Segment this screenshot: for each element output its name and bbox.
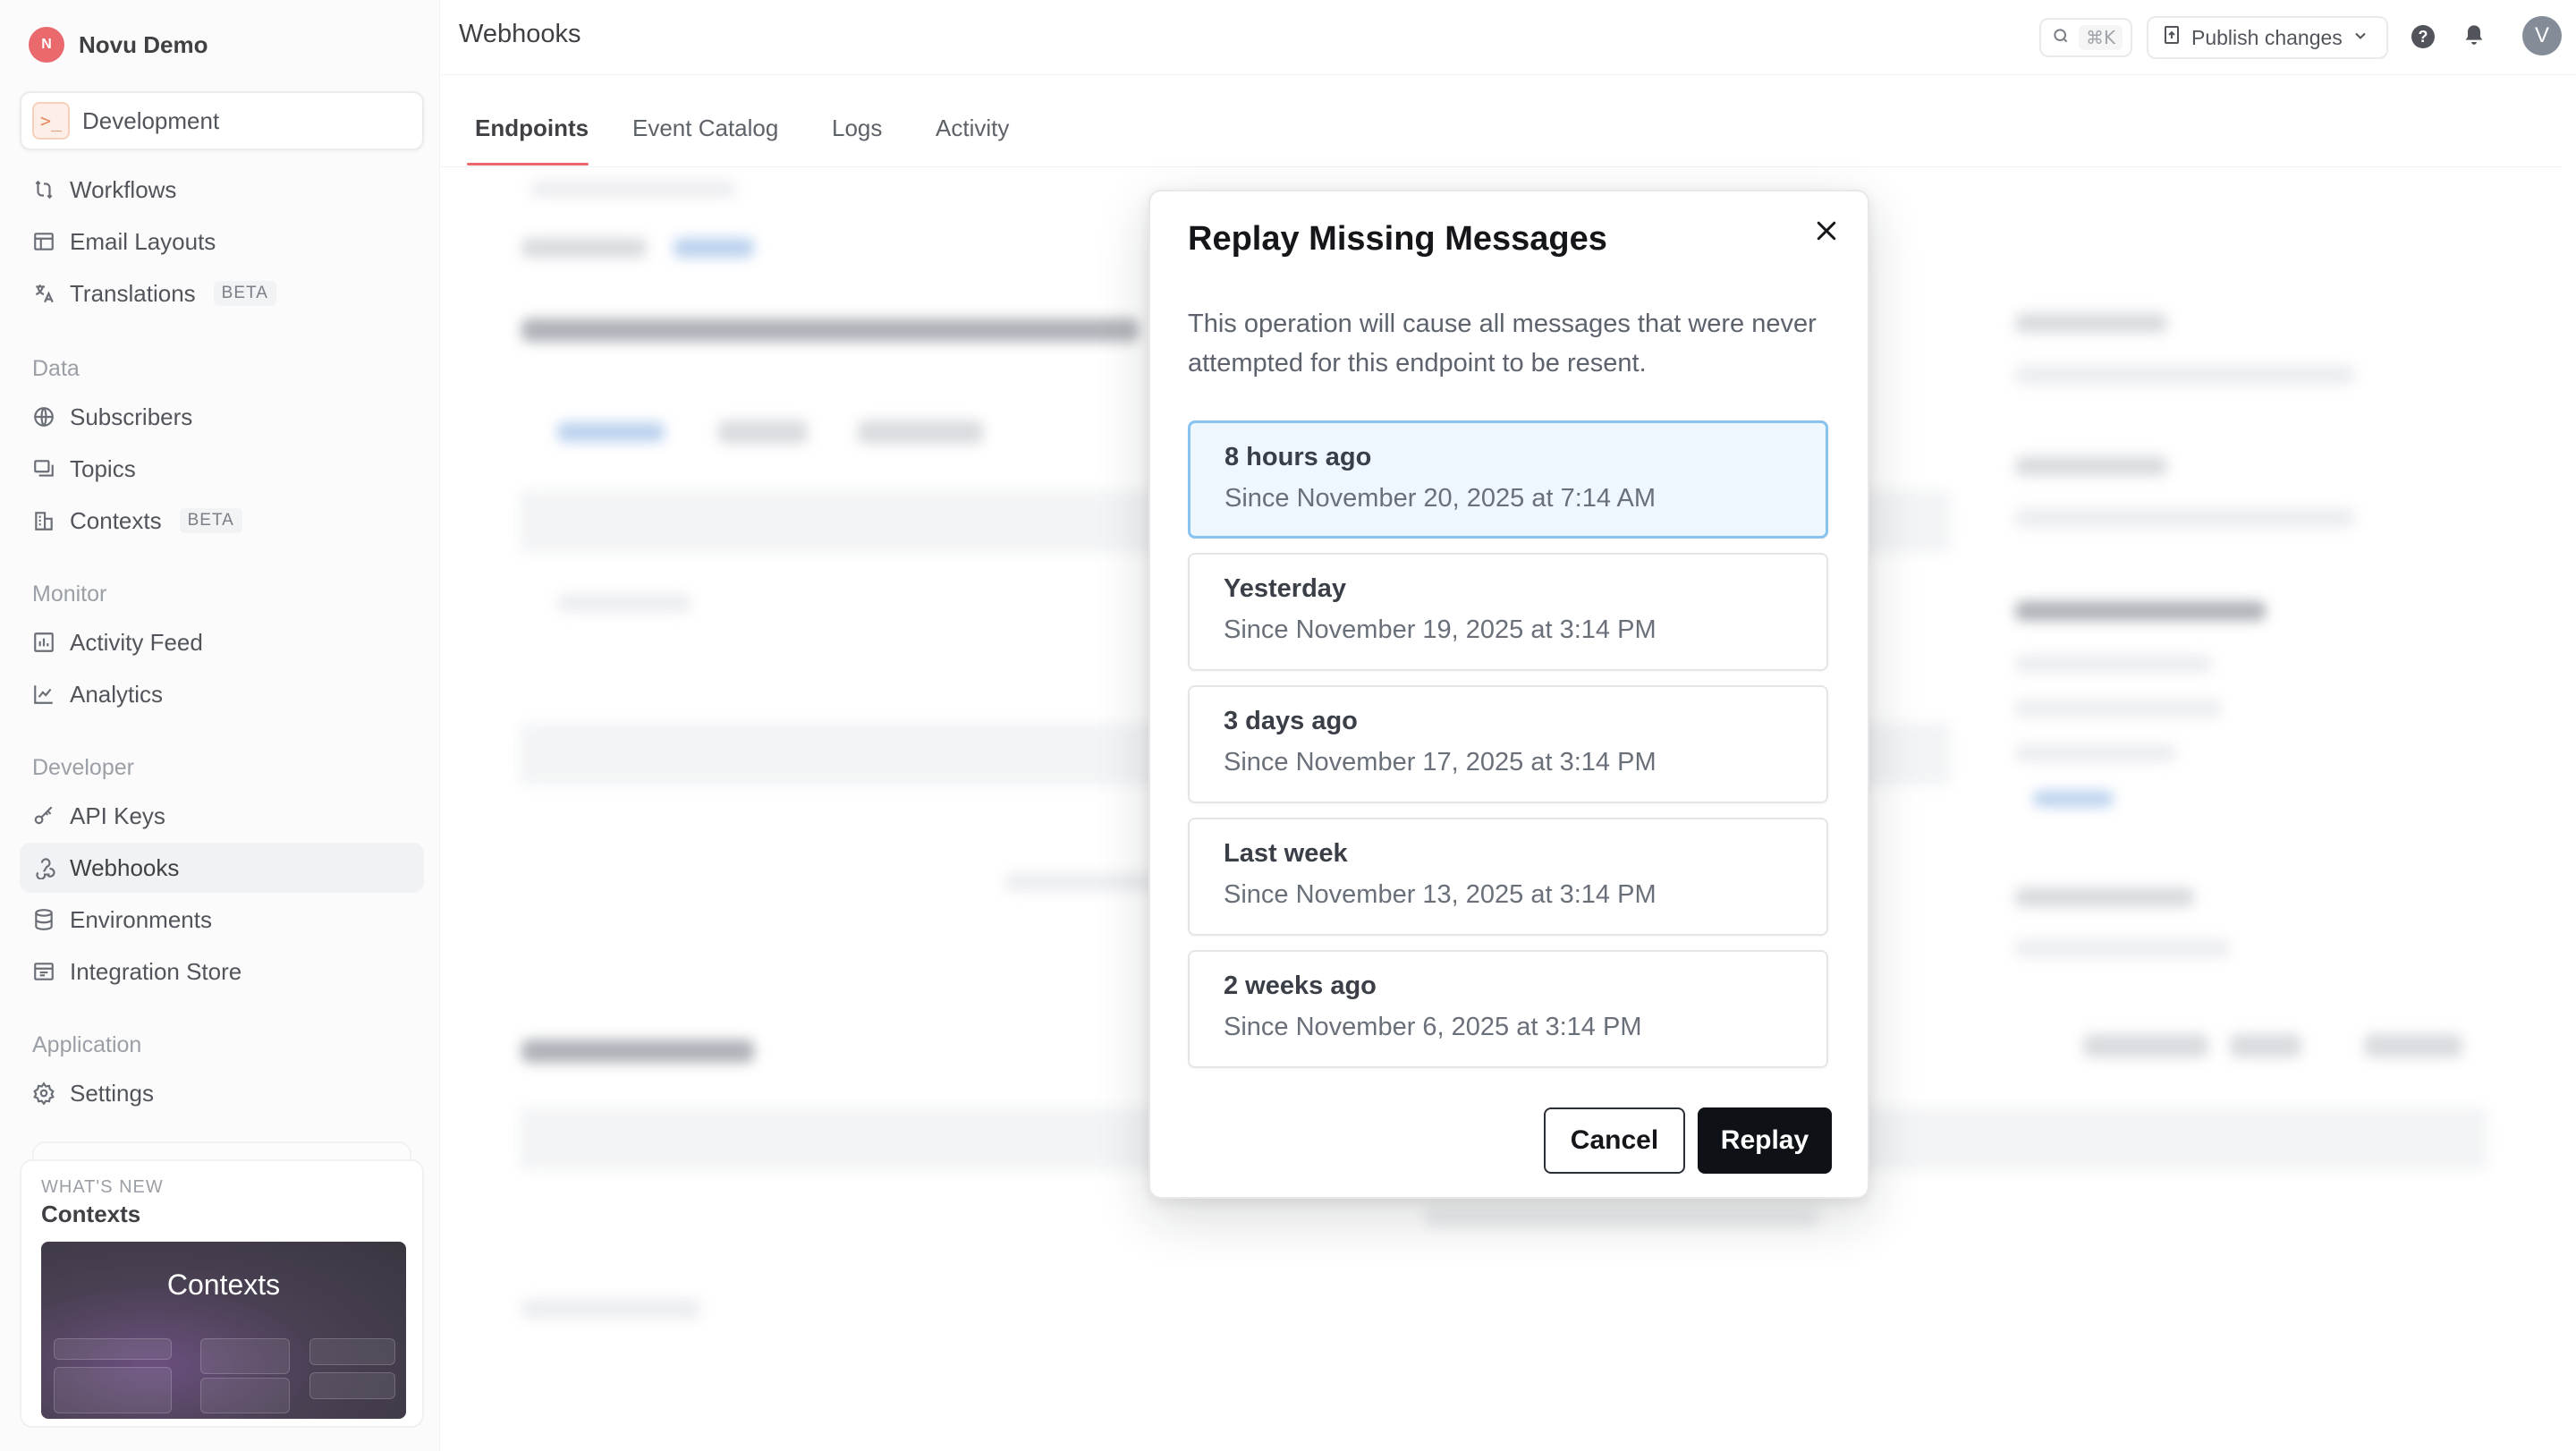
dialog-title: Replay Missing Messages xyxy=(1188,220,1607,258)
option-title: 2 weeks ago xyxy=(1224,972,1377,1000)
close-button[interactable] xyxy=(1809,215,1844,250)
replay-option-3-days[interactable]: 3 days ago Since November 17, 2025 at 3:… xyxy=(1188,685,1828,803)
option-title: Yesterday xyxy=(1224,574,1347,603)
replay-option-2-weeks[interactable]: 2 weeks ago Since November 6, 2025 at 3:… xyxy=(1188,950,1828,1068)
option-subtitle: Since November 19, 2025 at 3:14 PM xyxy=(1224,615,1657,644)
close-icon xyxy=(1813,217,1840,249)
option-title: 8 hours ago xyxy=(1224,443,1372,471)
option-title: 3 days ago xyxy=(1224,707,1358,735)
option-subtitle: Since November 20, 2025 at 7:14 AM xyxy=(1224,484,1657,513)
replay-option-last-week[interactable]: Last week Since November 13, 2025 at 3:1… xyxy=(1188,818,1828,936)
replay-option-8-hours[interactable]: 8 hours ago Since November 20, 2025 at 7… xyxy=(1188,420,1828,539)
option-subtitle: Since November 17, 2025 at 3:14 PM xyxy=(1224,748,1657,776)
option-subtitle: Since November 6, 2025 at 3:14 PM xyxy=(1224,1013,1642,1041)
replay-button[interactable]: Replay xyxy=(1698,1107,1832,1174)
replay-option-yesterday[interactable]: Yesterday Since November 19, 2025 at 3:1… xyxy=(1188,553,1828,671)
dialog-description: This operation will cause all messages t… xyxy=(1188,310,1817,378)
cancel-button[interactable]: Cancel xyxy=(1544,1107,1685,1174)
option-subtitle: Since November 13, 2025 at 3:14 PM xyxy=(1224,880,1657,909)
option-title: Last week xyxy=(1224,839,1348,868)
replay-missing-messages-dialog: Replay Missing Messages This operation w… xyxy=(1148,190,1869,1199)
